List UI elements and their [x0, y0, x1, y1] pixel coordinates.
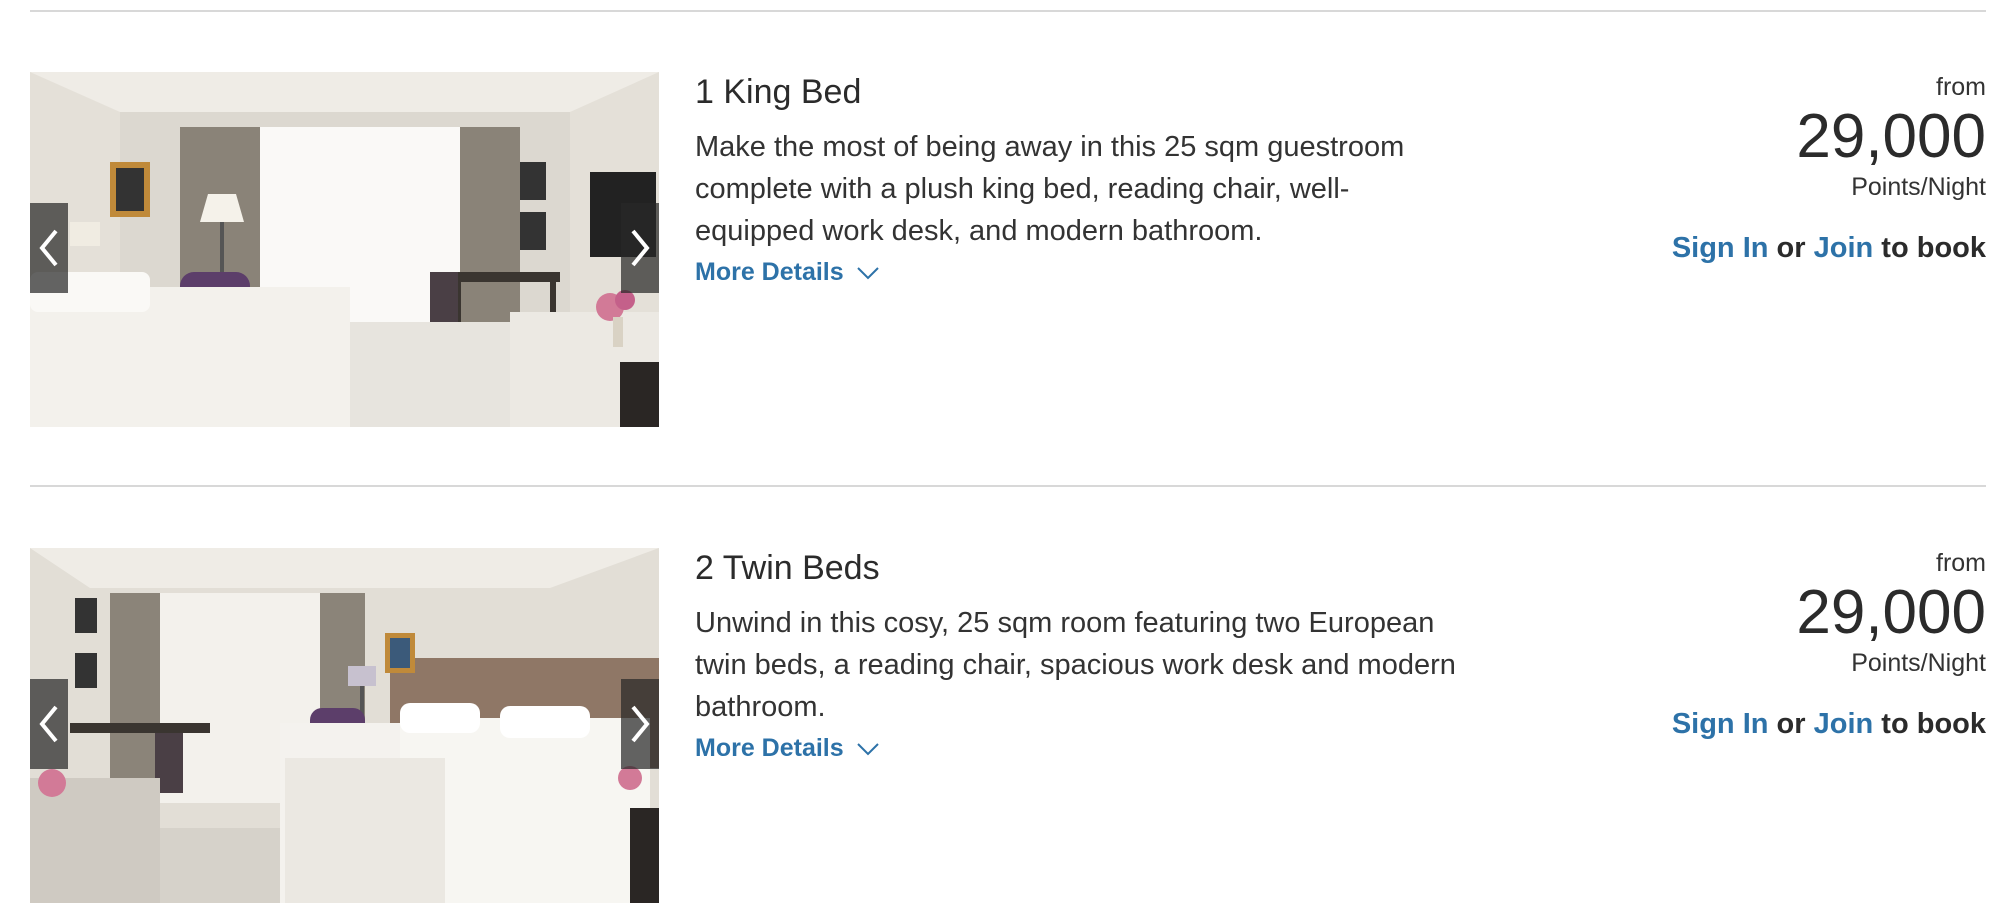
- chevron-right-icon: [631, 705, 650, 743]
- to-book-text: to book: [1881, 232, 1986, 264]
- chevron-down-icon: [856, 266, 879, 279]
- more-details-label: More Details: [695, 258, 844, 286]
- room-title: 1 King Bed: [695, 73, 862, 111]
- room-info: 1 King Bed Make the most of being away i…: [695, 72, 1465, 287]
- book-prompt: Sign In or Join to book: [1566, 230, 1986, 266]
- divider: [30, 10, 1986, 12]
- from-label: from: [1936, 549, 1986, 577]
- price-value: 29,000: [1796, 102, 1986, 171]
- room-card: 1 King Bed Make the most of being away i…: [30, 72, 1986, 427]
- divider: [30, 485, 1986, 487]
- or-text: or: [1776, 232, 1806, 264]
- to-book-text: to book: [1881, 708, 1986, 740]
- book-prompt: Sign In or Join to book: [1566, 706, 1986, 742]
- chevron-left-icon: [39, 229, 58, 267]
- join-link[interactable]: Join: [1814, 708, 1874, 740]
- room-photo: [30, 548, 659, 903]
- more-details-link[interactable]: More Details: [695, 258, 880, 287]
- more-details-link[interactable]: More Details: [695, 734, 880, 763]
- room-card: 2 Twin Beds Unwind in this cosy, 25 sqm …: [30, 548, 1986, 903]
- join-link[interactable]: Join: [1814, 232, 1874, 264]
- room-pricing: from 29,000 Points/Night Sign In or Join…: [1566, 548, 1986, 742]
- from-label: from: [1936, 73, 1986, 101]
- chevron-left-icon: [39, 705, 58, 743]
- room-description: Make the most of being away in this 25 s…: [695, 131, 1405, 247]
- chevron-down-icon: [856, 742, 879, 755]
- room-description: Unwind in this cosy, 25 sqm room featuri…: [695, 607, 1456, 723]
- sign-in-link[interactable]: Sign In: [1672, 708, 1769, 740]
- sign-in-link[interactable]: Sign In: [1672, 232, 1769, 264]
- room-list-page: 1 King Bed Make the most of being away i…: [0, 0, 2006, 918]
- price-unit: Points/Night: [1851, 649, 1986, 677]
- room-photo: [30, 72, 659, 427]
- price-value: 29,000: [1796, 578, 1986, 647]
- room-title: 2 Twin Beds: [695, 549, 880, 587]
- carousel-next-button[interactable]: [621, 679, 659, 769]
- carousel-prev-button[interactable]: [30, 679, 68, 769]
- chevron-right-icon: [631, 229, 650, 267]
- room-info: 2 Twin Beds Unwind in this cosy, 25 sqm …: [695, 548, 1465, 763]
- more-details-label: More Details: [695, 734, 844, 762]
- carousel-next-button[interactable]: [621, 203, 659, 293]
- room-pricing: from 29,000 Points/Night Sign In or Join…: [1566, 72, 1986, 266]
- carousel-prev-button[interactable]: [30, 203, 68, 293]
- price-unit: Points/Night: [1851, 173, 1986, 201]
- or-text: or: [1776, 708, 1806, 740]
